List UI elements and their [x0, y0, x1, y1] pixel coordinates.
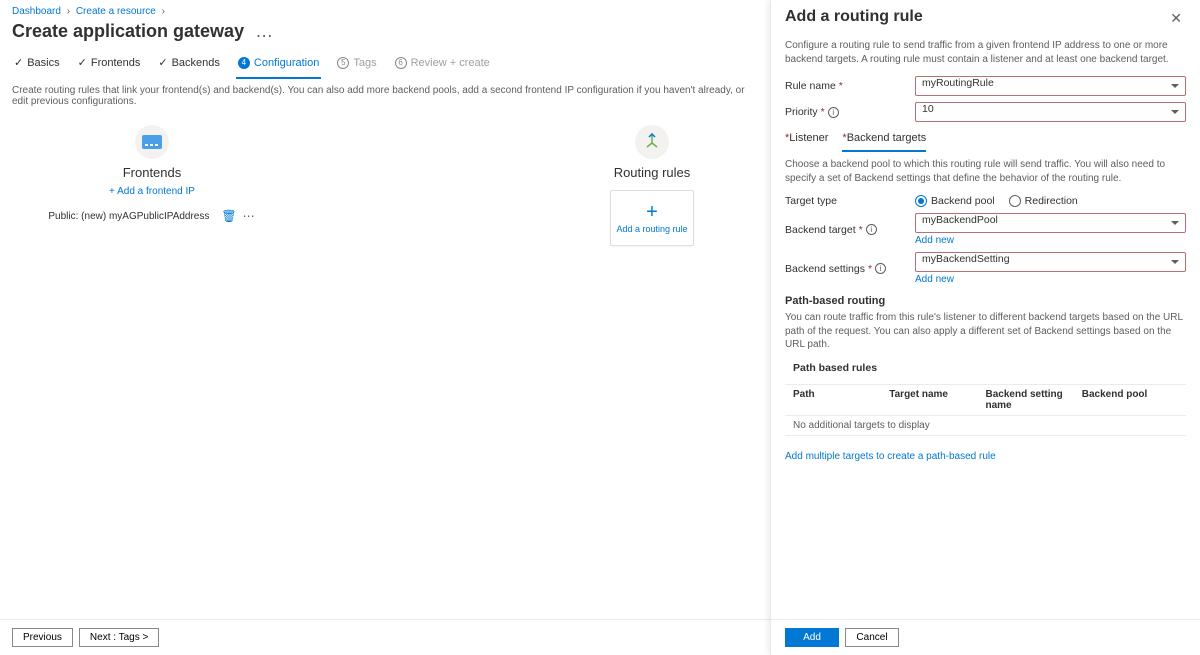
step-number-icon: 5 [337, 57, 349, 69]
add-routing-rule-panel: Add a routing rule ✕ Configure a routing… [770, 0, 1200, 655]
path-routing-heading: Path-based routing [785, 295, 1186, 307]
tab-backend-targets[interactable]: *Backend targets [842, 128, 926, 152]
path-rules-section-title: Path based rules [793, 362, 1186, 374]
previous-button[interactable]: Previous [12, 628, 73, 647]
chevron-right-icon: › [162, 6, 165, 17]
rule-name-input[interactable]: myRoutingRule [915, 76, 1186, 96]
frontend-icon [135, 125, 169, 159]
add-new-backend-target-link[interactable]: Add new [915, 235, 954, 246]
backend-description: Choose a backend pool to which this rout… [785, 158, 1186, 185]
panel-title: Add a routing rule [785, 8, 923, 26]
routing-column: Routing rules + Add a routing rule [512, 125, 792, 246]
step-label: Frontends [91, 57, 141, 69]
close-icon[interactable]: ✕ [1166, 8, 1186, 29]
spacer [352, 125, 452, 246]
plus-icon: + [646, 202, 658, 222]
backend-settings-select[interactable]: myBackendSetting [915, 252, 1186, 272]
target-type-label: Target type [785, 195, 915, 207]
add-multiple-targets-link[interactable]: Add multiple targets to create a path-ba… [785, 451, 996, 462]
path-routing-description: You can route traffic from this rule's l… [785, 311, 1186, 352]
step-label: Basics [27, 57, 59, 69]
routing-title: Routing rules [512, 165, 792, 180]
delete-icon[interactable]: 🗑 [221, 209, 236, 223]
frontend-item-label: Public: (new) myAGPublicIPAddress [48, 211, 209, 222]
step-label: Review + create [411, 57, 490, 69]
step-configuration[interactable]: 4 Configuration [236, 52, 321, 79]
step-number-icon: 4 [238, 57, 250, 69]
step-backends[interactable]: ✓ Backends [156, 52, 222, 79]
step-label: Tags [353, 57, 376, 69]
frontends-column: Frontends + Add a frontend IP Public: (n… [12, 125, 292, 246]
check-icon: ✓ [158, 56, 167, 69]
radio-redirection[interactable]: Redirection [1009, 195, 1078, 207]
step-basics[interactable]: ✓ Basics [12, 52, 62, 79]
chevron-right-icon: › [67, 6, 70, 17]
info-icon[interactable]: i [875, 263, 886, 274]
frontend-item[interactable]: Public: (new) myAGPublicIPAddress 🗑 ⋯ [12, 205, 292, 227]
check-icon: ✓ [14, 56, 23, 69]
page-title: Create application gateway … [12, 21, 758, 42]
step-review[interactable]: 6 Review + create [393, 52, 492, 79]
backend-target-select[interactable]: myBackendPool [915, 213, 1186, 233]
panel-footer: Add Cancel [771, 619, 1200, 655]
step-tags[interactable]: 5 Tags [335, 52, 378, 79]
wizard-steps: ✓ Basics ✓ Frontends ✓ Backends 4 Configurat… [12, 52, 758, 79]
add-routing-rule-label: Add a routing rule [616, 224, 687, 235]
breadcrumb: Dashboard › Create a resource › [12, 6, 758, 17]
backend-settings-label: Backend settings * i [785, 263, 915, 275]
add-frontend-link[interactable]: + Add a frontend IP [12, 186, 292, 197]
step-number-icon: 6 [395, 57, 407, 69]
next-button[interactable]: Next : Tags > [79, 628, 159, 647]
th-path: Path [793, 389, 889, 411]
priority-input[interactable]: 10 [915, 102, 1186, 122]
frontends-title: Frontends [12, 165, 292, 180]
add-routing-rule-card[interactable]: + Add a routing rule [610, 190, 694, 246]
rule-sub-tabs: *Listener *Backend targets [785, 128, 1186, 152]
tab-listener[interactable]: *Listener [785, 128, 828, 152]
add-new-backend-settings-link[interactable]: Add new [915, 274, 954, 285]
info-icon[interactable]: i [828, 107, 839, 118]
cancel-button[interactable]: Cancel [845, 628, 899, 647]
wizard-footer: Previous Next : Tags > [0, 619, 770, 655]
empty-row: No additional targets to display [793, 420, 1178, 431]
routing-icon [635, 125, 669, 159]
breadcrumb-create-resource[interactable]: Create a resource [76, 6, 156, 17]
panel-description: Configure a routing rule to send traffic… [785, 39, 1186, 66]
more-icon[interactable]: ⋯ [243, 209, 256, 223]
step-label: Configuration [254, 57, 319, 69]
add-button[interactable]: Add [785, 628, 839, 647]
page-title-text: Create application gateway [12, 21, 244, 41]
priority-label: Priority * i [785, 106, 915, 118]
check-icon: ✓ [78, 56, 87, 69]
more-icon[interactable]: … [255, 21, 273, 41]
step-label: Backends [172, 57, 220, 69]
rule-name-label: Rule name * [785, 80, 915, 92]
backend-target-label: Backend target * i [785, 224, 915, 236]
radio-backend-pool[interactable]: Backend pool [915, 195, 995, 207]
config-note: Create routing rules that link your fron… [12, 85, 758, 107]
step-frontends[interactable]: ✓ Frontends [76, 52, 143, 79]
breadcrumb-dashboard[interactable]: Dashboard [12, 6, 61, 17]
path-rules-table: Path Target name Backend setting name Ba… [785, 384, 1186, 436]
th-pool: Backend pool [1082, 389, 1178, 411]
info-icon[interactable]: i [866, 224, 877, 235]
th-target: Target name [889, 389, 985, 411]
th-setting: Backend setting name [986, 389, 1082, 411]
